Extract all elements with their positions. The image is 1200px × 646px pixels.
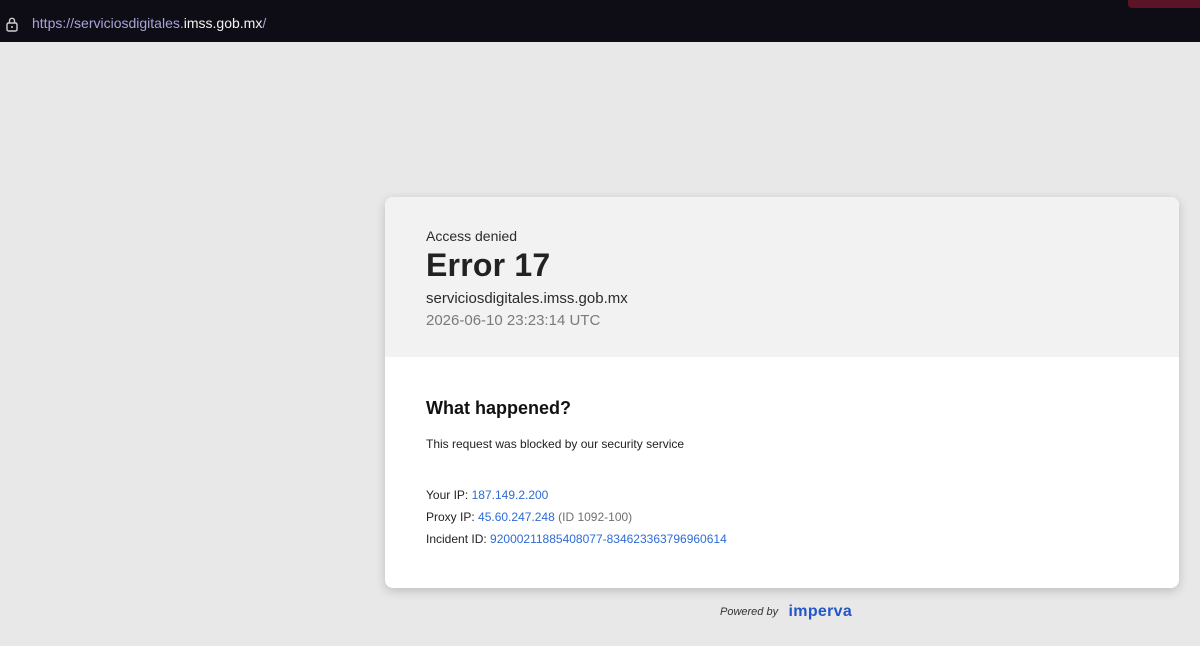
- proxy-ip-label: Proxy IP:: [426, 510, 475, 524]
- host-name: serviciosdigitales.imss.gob.mx: [426, 290, 628, 307]
- url-host: imss.gob.mx: [183, 15, 263, 31]
- proxy-ip-row: Proxy IP: 45.60.247.248 (ID 1092-100): [426, 510, 632, 524]
- your-ip-value[interactable]: 187.149.2.200: [472, 488, 549, 502]
- section-heading: What happened?: [426, 398, 571, 418]
- incident-id-row: Incident ID: 920002118854080​77-83462336…: [426, 532, 727, 546]
- powered-by-label: Powered by: [720, 606, 779, 618]
- url-scheme: https://: [32, 15, 75, 31]
- your-ip-row: Your IP: 187.149.2.200: [426, 488, 548, 502]
- powered-by-footer: Powered by imperva: [720, 603, 852, 623]
- imperva-logo[interactable]: imperva: [789, 603, 852, 620]
- access-denied-label: Access denied: [426, 228, 518, 244]
- timestamp: 2026-06-10 23:23:14 UTC: [426, 312, 601, 329]
- incident-id-label: Incident ID:: [426, 532, 487, 546]
- incident-id-value[interactable]: 920002118854080​77-834623363796960614: [490, 532, 727, 546]
- browser-address-bar: https://serviciosdigitales.imss.gob.mx/: [0, 0, 1200, 42]
- url-field[interactable]: https://serviciosdigitales.imss.gob.mx/: [32, 15, 266, 31]
- card-header: Access denied Error 17 serviciosdigitale…: [385, 197, 1179, 357]
- error-card: Access denied Error 17 serviciosdigitale…: [385, 197, 1179, 588]
- blocked-message: This request was blocked by our security…: [426, 437, 685, 451]
- proxy-ip-id: (ID 1092-100): [558, 510, 633, 524]
- proxy-ip-value[interactable]: 45.60.247.248: [478, 510, 555, 524]
- error-title: Error 17: [426, 247, 551, 283]
- window-control-button[interactable]: [1128, 0, 1200, 8]
- your-ip-label: Your IP:: [426, 488, 469, 502]
- lock-icon[interactable]: [5, 16, 19, 32]
- url-path: /: [262, 15, 267, 31]
- url-subdomain: serviciosdigitales.: [74, 15, 184, 31]
